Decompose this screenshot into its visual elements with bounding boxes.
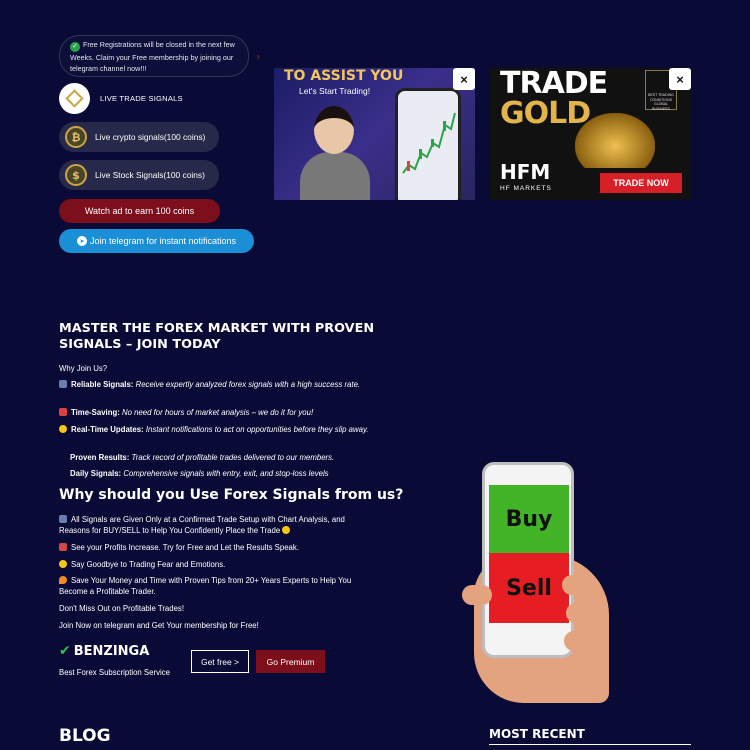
most-recent-heading: MOST RECENT <box>489 727 585 741</box>
gold-bull-image <box>575 113 655 168</box>
dollar-coin-icon: $ <box>65 164 87 186</box>
list-item: Time-Saving: No need for hours of market… <box>59 407 374 418</box>
flexed-biceps-icon <box>282 526 291 534</box>
crypto-label: Live crypto signals(100 coins) <box>95 132 206 142</box>
list-item: See your Profits Increase. Try for Free … <box>59 542 374 553</box>
site-logo <box>59 83 90 114</box>
benzinga-logo: ✔ BENZINGA <box>59 643 149 659</box>
check-circle-icon: ✓ <box>70 42 80 52</box>
dont-miss-text: Don't Miss Out on Profitable Trades! <box>59 604 184 613</box>
bitcoin-icon: ₿ <box>65 126 87 148</box>
page-title: MASTER THE FOREX MARKET WITH PROVEN SIGN… <box>59 321 375 352</box>
fire-icon <box>59 576 67 584</box>
hand-phone-illustration: Buy Sell <box>462 455 612 703</box>
live-trade-signals-link[interactable]: LIVE TRADE SIGNALS <box>59 83 183 114</box>
go-premium-button[interactable]: Go Premium <box>256 650 325 673</box>
why-join-label: Why Join Us? <box>59 364 108 373</box>
section-heading: Why should you Use Forex Signals from us… <box>59 487 404 503</box>
list-item: All Signals are Given Only at a Confirme… <box>59 515 345 535</box>
join-telegram-button[interactable]: ➤ Join telegram for instant notification… <box>59 229 254 253</box>
notice-text: Free Registrations will be closed in the… <box>70 40 235 73</box>
rocket-icon <box>59 543 67 551</box>
watch-ad-label: Watch ad to earn 100 coins <box>84 206 195 216</box>
watch-ad-button[interactable]: Watch ad to earn 100 coins <box>59 199 220 223</box>
ad1-headline: TO ASSIST YOU <box>284 68 404 84</box>
stock-signals-button[interactable]: $ Live Stock Signals(100 coins) <box>59 160 219 190</box>
list-item: Reliable Signals: Receive expertly analy… <box>59 379 374 390</box>
list-item: Real-Time Updates: Instant notifications… <box>59 424 374 435</box>
list-item: Save Your Money and Time with Proven Tip… <box>59 576 352 596</box>
checkmark-icon: ✔ <box>59 643 71 659</box>
lightbulb-icon <box>59 425 67 433</box>
phone-chart-image <box>395 88 461 200</box>
sell-label: Sell <box>489 553 569 623</box>
ad2-brand-sub: HF MARKETS <box>500 185 552 192</box>
telegram-icon: ➤ <box>76 236 87 246</box>
get-free-button[interactable]: Get free > <box>191 650 249 673</box>
list-item: Say Goodbye to Trading Fear and Emotions… <box>59 559 374 570</box>
blog-heading: BLOG <box>59 726 111 746</box>
support-agent-image <box>300 106 370 200</box>
buy-label: Buy <box>489 485 569 553</box>
registration-notice: ✓ Free Registrations will be closed in th… <box>59 35 249 77</box>
benzinga-name: BENZINGA <box>73 643 150 659</box>
alarm-clock-icon <box>59 408 67 416</box>
telegram-label: Join telegram for instant notifications <box>89 236 237 246</box>
ad2-brand: HFM <box>500 160 551 184</box>
list-item: Daily Signals: Comprehensive signals wit… <box>70 469 329 478</box>
close-icon[interactable]: × <box>453 68 475 90</box>
chevron-right-icon[interactable]: › <box>257 52 260 61</box>
crypto-signals-button[interactable]: ₿ Live crypto signals(100 coins) <box>59 122 219 152</box>
phone-device: Buy Sell <box>482 462 574 658</box>
divider <box>489 744 691 745</box>
live-trade-label: LIVE TRADE SIGNALS <box>100 94 183 103</box>
close-icon[interactable]: × <box>669 68 691 90</box>
ad-banner-assist[interactable]: TO ASSIST YOU Let's Start Trading! <box>274 68 475 200</box>
ad-banner-trade-gold[interactable]: TRADE GOLD BEST TRADING CONDITIONS GLOBA… <box>490 68 691 200</box>
smile-icon <box>59 560 67 568</box>
trade-now-button[interactable]: TRADE NOW <box>600 173 682 193</box>
stock-label: Live Stock Signals(100 coins) <box>95 170 205 180</box>
list-item: Proven Results: Track record of profitab… <box>70 453 335 462</box>
benzinga-subtitle: Best Forex Subscription Service <box>59 668 170 677</box>
ad1-subtitle: Let's Start Trading! <box>299 86 371 96</box>
bar-chart-icon <box>59 515 67 523</box>
join-now-text: Join Now on telegram and Get Your member… <box>59 621 259 630</box>
chart-icon <box>59 380 67 388</box>
